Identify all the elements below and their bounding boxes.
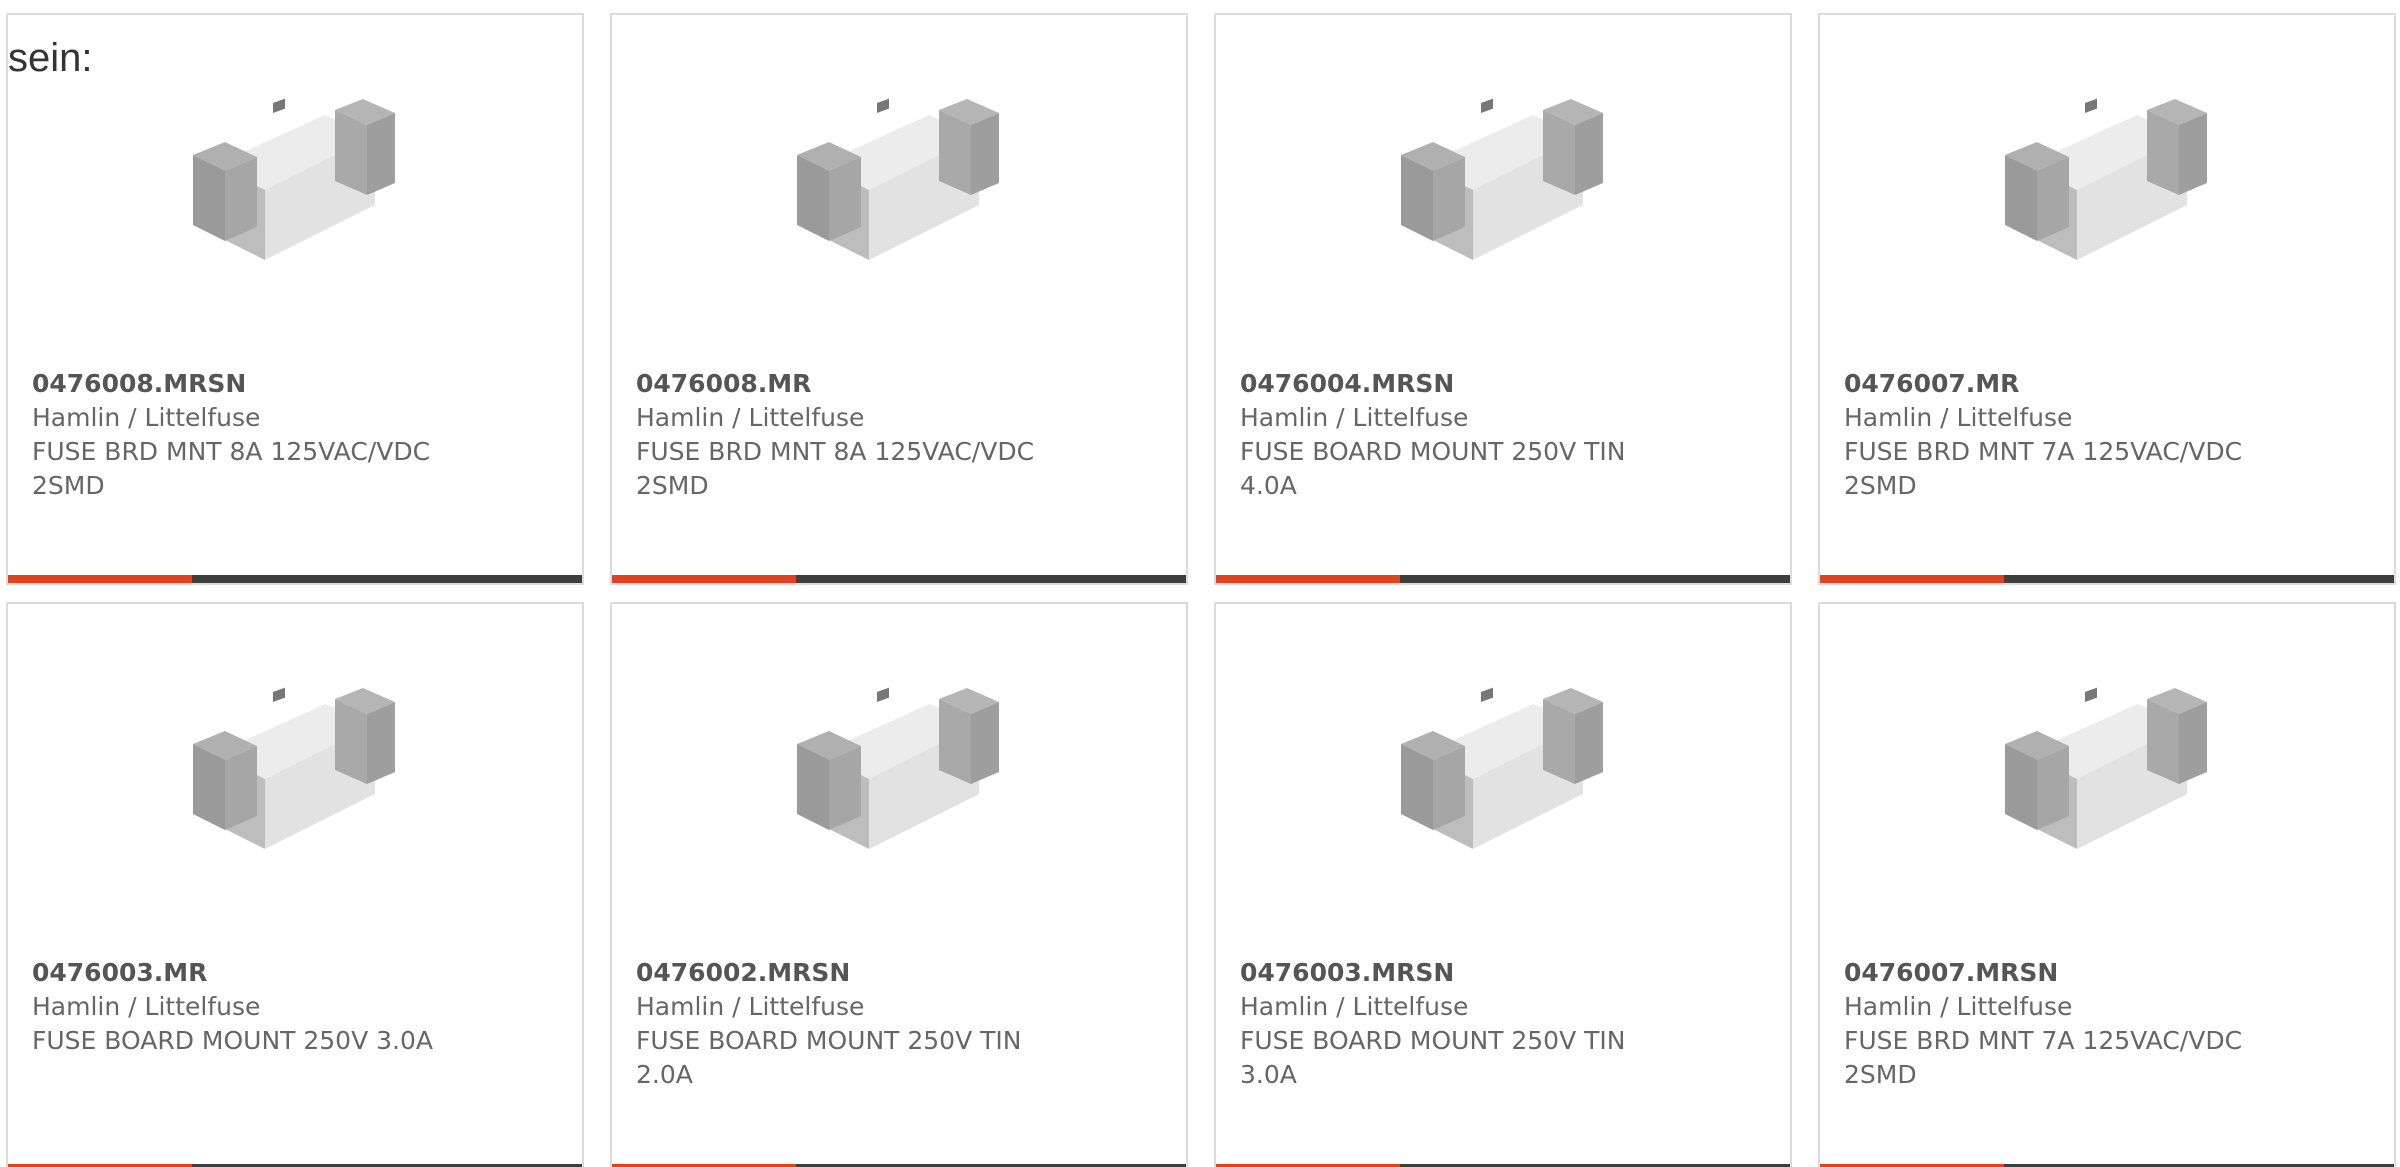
part-number-link[interactable]: 0476008.MRSN	[32, 367, 492, 401]
part-number-link[interactable]: 0476003.MRSN	[1240, 956, 1700, 990]
product-image[interactable]	[1216, 684, 1790, 884]
product-info: 0476004.MRSN Hamlin / Littelfuse FUSE BO…	[1240, 367, 1700, 503]
manufacturer: Hamlin / Littelfuse	[1240, 992, 1469, 1021]
card-bottom-bar	[8, 575, 582, 583]
description-line-2: 2SMD	[32, 471, 105, 500]
manufacturer: Hamlin / Littelfuse	[1844, 403, 2073, 432]
manufacturer: Hamlin / Littelfuse	[636, 992, 865, 1021]
product-info: 0476003.MR Hamlin / Littelfuse FUSE BOAR…	[32, 956, 492, 1058]
product-image[interactable]	[8, 684, 582, 884]
product-info: 0476007.MR Hamlin / Littelfuse FUSE BRD …	[1844, 367, 2304, 503]
part-number-link[interactable]: 0476007.MR	[1844, 367, 2304, 401]
product-card[interactable]: 0476004.MRSN Hamlin / Littelfuse FUSE BO…	[1214, 13, 1792, 585]
part-number-link[interactable]: 0476002.MRSN	[636, 956, 1096, 990]
card-bottom-accent	[1216, 575, 1400, 583]
description-line-2: 2.0A	[636, 1060, 693, 1089]
manufacturer: Hamlin / Littelfuse	[32, 992, 261, 1021]
description-line-1: FUSE BOARD MOUNT 250V 3.0A	[32, 1026, 434, 1055]
part-number-link[interactable]: 0476008.MR	[636, 367, 1096, 401]
smd-fuse-icon	[797, 687, 999, 849]
product-grid: 0476008.MRSN Hamlin / Littelfuse FUSE BR…	[0, 0, 2400, 1167]
description-line-2: 4.0A	[1240, 471, 1297, 500]
smd-fuse-icon	[2005, 98, 2207, 260]
product-info: 0476008.MR Hamlin / Littelfuse FUSE BRD …	[636, 367, 1096, 503]
description-line-1: FUSE BRD MNT 8A 125VAC/VDC	[636, 437, 1035, 466]
part-number-link[interactable]: 0476003.MR	[32, 956, 492, 990]
manufacturer: Hamlin / Littelfuse	[1844, 992, 2073, 1021]
product-image[interactable]	[612, 684, 1186, 884]
manufacturer: Hamlin / Littelfuse	[636, 403, 865, 432]
manufacturer: Hamlin / Littelfuse	[32, 403, 261, 432]
product-card[interactable]: 0476003.MRSN Hamlin / Littelfuse FUSE BO…	[1214, 602, 1792, 1167]
product-info: 0476008.MRSN Hamlin / Littelfuse FUSE BR…	[32, 367, 492, 503]
smd-fuse-icon	[193, 98, 395, 260]
product-image[interactable]	[1820, 684, 2394, 884]
smd-fuse-icon	[2005, 687, 2207, 849]
product-card[interactable]: 0476007.MR Hamlin / Littelfuse FUSE BRD …	[1818, 13, 2396, 585]
smd-fuse-icon	[797, 98, 999, 260]
card-bottom-bar	[612, 575, 1186, 583]
part-number-link[interactable]: 0476007.MRSN	[1844, 956, 2304, 990]
product-image[interactable]	[1216, 95, 1790, 295]
description-line-1: FUSE BOARD MOUNT 250V TIN	[636, 1026, 1022, 1055]
description-line-2: 3.0A	[1240, 1060, 1297, 1089]
smd-fuse-icon	[193, 687, 395, 849]
description-line-1: FUSE BOARD MOUNT 250V TIN	[1240, 1026, 1626, 1055]
product-card[interactable]: 0476008.MRSN Hamlin / Littelfuse FUSE BR…	[6, 13, 584, 585]
smd-fuse-icon	[1401, 687, 1603, 849]
product-info: 0476007.MRSN Hamlin / Littelfuse FUSE BR…	[1844, 956, 2304, 1092]
product-grid-page: 0476008.MRSN Hamlin / Littelfuse FUSE BR…	[0, 0, 2400, 1167]
smd-fuse-icon	[1401, 98, 1603, 260]
description-line-2: 2SMD	[1844, 471, 1917, 500]
product-card[interactable]: 0476008.MR Hamlin / Littelfuse FUSE BRD …	[610, 13, 1188, 585]
product-image[interactable]	[8, 95, 582, 295]
manufacturer: Hamlin / Littelfuse	[1240, 403, 1469, 432]
product-image[interactable]	[1820, 95, 2394, 295]
card-bottom-accent	[8, 575, 192, 583]
description-line-2: 2SMD	[1844, 1060, 1917, 1089]
description-line-1: FUSE BRD MNT 7A 125VAC/VDC	[1844, 437, 2243, 466]
product-card[interactable]: 0476003.MR Hamlin / Littelfuse FUSE BOAR…	[6, 602, 584, 1167]
description-line-1: FUSE BRD MNT 7A 125VAC/VDC	[1844, 1026, 2243, 1055]
part-number-link[interactable]: 0476004.MRSN	[1240, 367, 1700, 401]
description-line-2: 2SMD	[636, 471, 709, 500]
product-info: 0476002.MRSN Hamlin / Littelfuse FUSE BO…	[636, 956, 1096, 1092]
product-card[interactable]: 0476007.MRSN Hamlin / Littelfuse FUSE BR…	[1818, 602, 2396, 1167]
description-line-1: FUSE BRD MNT 8A 125VAC/VDC	[32, 437, 431, 466]
card-bottom-bar	[1216, 575, 1790, 583]
product-image[interactable]	[612, 95, 1186, 295]
product-card[interactable]: 0476002.MRSN Hamlin / Littelfuse FUSE BO…	[610, 602, 1188, 1167]
card-bottom-accent	[612, 575, 796, 583]
product-info: 0476003.MRSN Hamlin / Littelfuse FUSE BO…	[1240, 956, 1700, 1092]
intro-text: sein:	[8, 36, 93, 80]
description-line-1: FUSE BOARD MOUNT 250V TIN	[1240, 437, 1626, 466]
card-bottom-bar	[1820, 575, 2394, 583]
card-bottom-accent	[1820, 575, 2004, 583]
